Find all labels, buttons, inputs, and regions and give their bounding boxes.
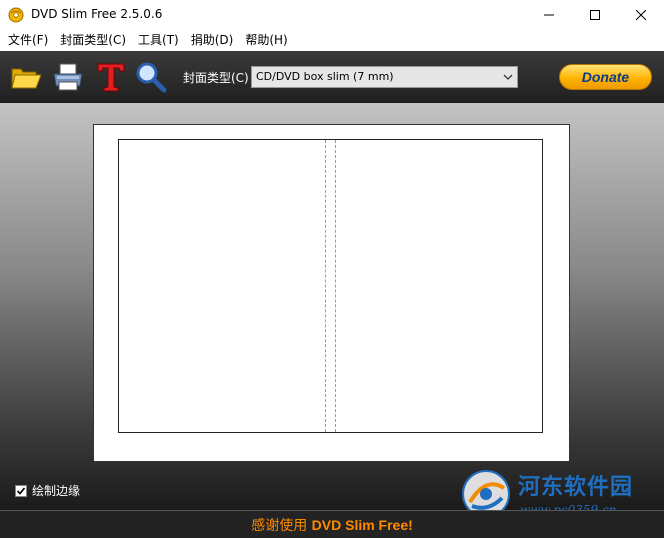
draw-border-option[interactable]: 绘制边缘: [15, 482, 80, 499]
donate-button[interactable]: Donate: [559, 64, 652, 90]
menu-file[interactable]: 文件(F): [2, 30, 54, 51]
maximize-icon: [590, 10, 600, 20]
donate-label: Donate: [581, 69, 630, 85]
printer-icon[interactable]: [51, 60, 85, 94]
draw-border-label: 绘制边缘: [32, 484, 81, 498]
preview-canvas: 绘制边缘: [0, 103, 664, 510]
spine-guide-right: [335, 140, 336, 432]
minimize-icon: [544, 14, 554, 16]
draw-border-checkbox[interactable]: [15, 484, 27, 497]
app-window: DVD Slim Free 2.5.0.6 文件(F) 封面类型(C) 工具(T…: [0, 0, 664, 538]
checkmark-icon: [16, 486, 26, 495]
maximize-button[interactable]: [572, 0, 618, 30]
cover-type-label: 封面类型(C): [183, 71, 249, 85]
status-product: DVD Slim Free!: [311, 516, 413, 533]
menu-bar: 文件(F) 封面类型(C) 工具(T) 捐助(D) 帮助(H): [0, 30, 664, 51]
menu-donate[interactable]: 捐助(D): [185, 30, 240, 51]
text-tool-icon[interactable]: [94, 60, 128, 94]
menu-tools[interactable]: 工具(T): [132, 30, 185, 51]
menu-help[interactable]: 帮助(H): [239, 30, 293, 51]
cover-outline[interactable]: [118, 139, 543, 433]
minimize-button[interactable]: [526, 0, 572, 30]
watermark-name: 河东软件园: [518, 474, 634, 500]
zoom-icon[interactable]: [134, 60, 168, 94]
title-bar[interactable]: DVD Slim Free 2.5.0.6: [0, 0, 664, 30]
spine-guide-left: [325, 140, 326, 432]
close-icon: [636, 10, 646, 20]
window-title: DVD Slim Free 2.5.0.6: [31, 7, 163, 21]
cover-type-select[interactable]: CD/DVD box slim (7 mm): [251, 66, 518, 88]
menu-cover-type[interactable]: 封面类型(C): [54, 30, 132, 51]
status-prefix: 感谢使用: [251, 517, 312, 534]
status-bar: 感谢使用 DVD Slim Free!: [0, 510, 664, 538]
status-message: 感谢使用 DVD Slim Free!: [251, 515, 413, 535]
app-disc-icon: [8, 7, 24, 23]
close-button[interactable]: [618, 0, 664, 30]
chevron-down-icon: [503, 74, 513, 80]
folder-open-icon[interactable]: [9, 60, 43, 94]
cover-type-value: CD/DVD box slim (7 mm): [256, 70, 394, 83]
paper-sheet: [93, 124, 570, 462]
